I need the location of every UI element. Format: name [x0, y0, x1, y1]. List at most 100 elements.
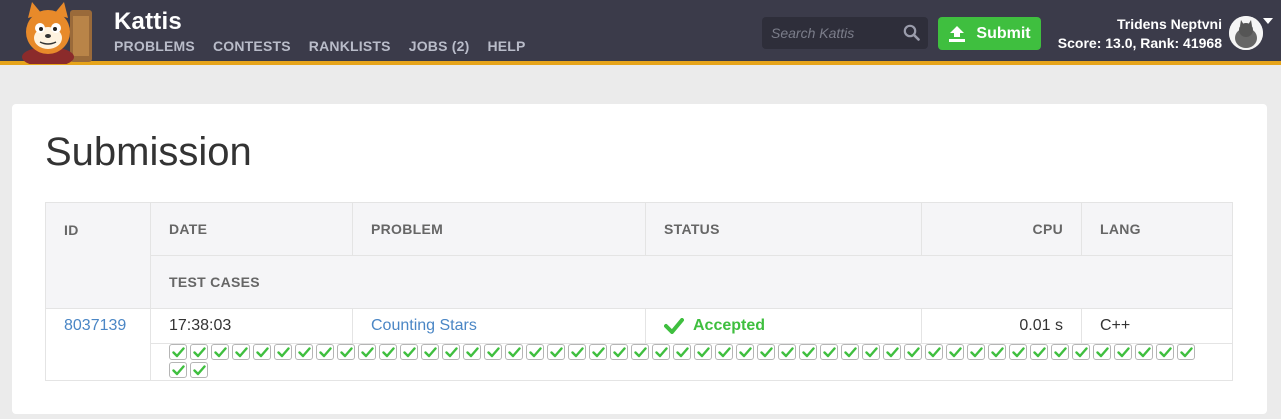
check-icon [1159, 347, 1172, 358]
test-case-passed[interactable] [190, 344, 208, 360]
col-header-test-cases: TEST CASES [150, 255, 1233, 309]
problem-link[interactable]: Counting Stars [371, 317, 477, 334]
test-case-passed[interactable] [1009, 344, 1027, 360]
test-case-passed[interactable] [883, 344, 901, 360]
search-icon[interactable] [903, 24, 920, 41]
test-case-passed[interactable] [463, 344, 481, 360]
submit-button[interactable]: Submit [938, 17, 1041, 50]
test-case-passed[interactable] [904, 344, 922, 360]
test-case-passed[interactable] [232, 344, 250, 360]
test-case-passed[interactable] [967, 344, 985, 360]
test-case-passed[interactable] [400, 344, 418, 360]
submission-id-link[interactable]: 8037139 [64, 317, 126, 334]
avatar[interactable] [1229, 16, 1263, 50]
test-case-passed[interactable] [778, 344, 796, 360]
test-case-passed[interactable] [1156, 344, 1174, 360]
test-case-passed[interactable] [484, 344, 502, 360]
check-icon [697, 347, 710, 358]
test-case-passed[interactable] [652, 344, 670, 360]
test-case-passed[interactable] [337, 344, 355, 360]
test-case-passed[interactable] [673, 344, 691, 360]
test-case-passed[interactable] [1177, 344, 1195, 360]
test-case-passed[interactable] [988, 344, 1006, 360]
check-icon [403, 347, 416, 358]
test-case-passed[interactable] [358, 344, 376, 360]
main-nav: PROBLEMS CONTESTS RANKLISTS JOBS (2) HEL… [114, 38, 526, 54]
test-case-passed[interactable] [862, 344, 880, 360]
check-icon [529, 347, 542, 358]
top-navbar: Kattis PROBLEMS CONTESTS RANKLISTS JOBS … [0, 0, 1281, 65]
nav-help[interactable]: HELP [487, 38, 525, 54]
test-case-passed[interactable] [316, 344, 334, 360]
brand-title[interactable]: Kattis [114, 8, 182, 36]
test-case-passed[interactable] [820, 344, 838, 360]
nav-problems[interactable]: PROBLEMS [114, 38, 195, 54]
test-case-passed[interactable] [505, 344, 523, 360]
test-case-passed[interactable] [610, 344, 628, 360]
test-case-passed[interactable] [274, 344, 292, 360]
test-case-passed[interactable] [169, 362, 187, 378]
test-cases-cell [150, 343, 1233, 381]
test-case-passed[interactable] [1072, 344, 1090, 360]
test-case-passed[interactable] [442, 344, 460, 360]
check-icon [340, 347, 353, 358]
test-case-passed[interactable] [211, 344, 229, 360]
test-case-passed[interactable] [253, 344, 271, 360]
check-icon [1138, 347, 1151, 358]
test-case-passed[interactable] [757, 344, 775, 360]
check-icon [361, 347, 374, 358]
nav-contests[interactable]: CONTESTS [213, 38, 291, 54]
check-icon [424, 347, 437, 358]
check-icon [193, 347, 206, 358]
submission-table: ID DATE PROBLEM STATUS CPU LANG TEST CAS… [45, 202, 1233, 381]
test-case-passed[interactable] [568, 344, 586, 360]
dropdown-caret-icon[interactable] [1263, 18, 1273, 24]
test-case-passed[interactable] [946, 344, 964, 360]
check-icon [760, 347, 773, 358]
test-case-passed[interactable] [736, 344, 754, 360]
test-case-passed[interactable] [841, 344, 859, 360]
check-icon [1180, 347, 1193, 358]
test-case-passed[interactable] [1051, 344, 1069, 360]
check-icon [592, 347, 605, 358]
test-case-passed[interactable] [925, 344, 943, 360]
test-case-passed[interactable] [589, 344, 607, 360]
user-score-rank: Score: 13.0, Rank: 41968 [1057, 35, 1222, 51]
col-header-cpu: CPU [921, 202, 1082, 256]
check-icon [235, 347, 248, 358]
check-icon [298, 347, 311, 358]
submit-label: Submit [976, 24, 1031, 42]
test-case-passed[interactable] [1093, 344, 1111, 360]
check-icon [382, 347, 395, 358]
test-case-passed[interactable] [799, 344, 817, 360]
cell-id: 8037139 [45, 308, 151, 381]
search-input[interactable] [762, 17, 902, 49]
test-case-passed[interactable] [1030, 344, 1048, 360]
kattis-cat-logo[interactable] [10, 2, 100, 64]
test-case-passed[interactable] [694, 344, 712, 360]
nav-ranklists[interactable]: RANKLISTS [309, 38, 391, 54]
check-icon [571, 347, 584, 358]
test-case-passed[interactable] [715, 344, 733, 360]
test-case-passed[interactable] [631, 344, 649, 360]
submission-card: Submission ID DATE PROBLEM STATUS CPU LA… [12, 104, 1267, 414]
test-case-passed[interactable] [190, 362, 208, 378]
test-case-passed[interactable] [1135, 344, 1153, 360]
test-case-passed[interactable] [526, 344, 544, 360]
check-icon [277, 347, 290, 358]
test-case-passed[interactable] [169, 344, 187, 360]
test-case-passed[interactable] [421, 344, 439, 360]
col-header-id: ID [45, 202, 151, 309]
test-case-passed[interactable] [547, 344, 565, 360]
status-text: Accepted [693, 317, 766, 334]
cell-lang: C++ [1081, 308, 1233, 344]
test-case-passed[interactable] [295, 344, 313, 360]
user-name[interactable]: Tridens Neptvni [1117, 16, 1222, 32]
search-box [762, 17, 928, 49]
check-icon [193, 365, 206, 376]
test-case-passed[interactable] [379, 344, 397, 360]
cell-status: Accepted [645, 308, 922, 344]
test-case-passed[interactable] [1114, 344, 1132, 360]
check-icon [949, 347, 962, 358]
nav-jobs[interactable]: JOBS (2) [409, 38, 470, 54]
